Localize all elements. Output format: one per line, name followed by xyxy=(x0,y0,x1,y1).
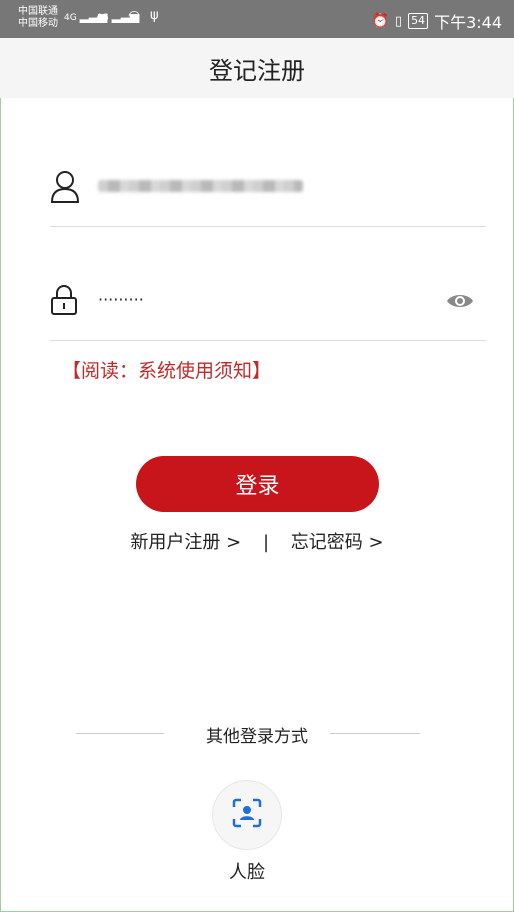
eye-icon[interactable] xyxy=(446,292,474,314)
login-button[interactable]: 登录 xyxy=(136,456,379,512)
face-scan-icon xyxy=(232,798,262,832)
divider-right xyxy=(330,733,420,734)
status-bar: 中国联通 中国移动 4G ▂▃▅ 4G ▂▃▅ ◠ ψ ⏰ ▯ 54 下午3:4… xyxy=(0,0,514,38)
other-login-title: 其他登录方式 xyxy=(206,727,308,747)
page-header: 登记注册 xyxy=(0,38,514,98)
face-login-label: 人脸 xyxy=(229,862,265,883)
status-right: ⏰ ▯ 54 下午3:44 xyxy=(371,9,502,33)
register-link[interactable]: 新用户注册 > xyxy=(130,528,241,554)
carrier-1: 中国联通 xyxy=(18,6,58,17)
clock: 下午3:44 xyxy=(434,13,502,32)
vibrate-icon: ▯ xyxy=(394,13,403,29)
carrier-info: 中国联通 中国移动 xyxy=(18,6,58,30)
forgot-password-link[interactable]: 忘记密码 > xyxy=(291,528,384,554)
other-login-section: 其他登录方式 xyxy=(0,722,514,747)
username-field[interactable] xyxy=(50,158,486,227)
alarm-icon: ⏰ xyxy=(371,13,389,29)
face-login-button[interactable] xyxy=(212,780,282,850)
link-separator: | xyxy=(262,532,270,553)
user-icon xyxy=(50,170,80,208)
password-value: ········· xyxy=(98,290,144,309)
usb-icon: ψ xyxy=(150,8,159,23)
battery-level: 54 xyxy=(408,13,429,29)
password-field[interactable]: ········· xyxy=(50,272,486,341)
usage-notice-link[interactable]: 【阅读：系统使用须知】 xyxy=(62,356,271,383)
wifi-icon: ◠ xyxy=(128,8,141,24)
carrier-2: 中国移动 xyxy=(18,18,58,29)
account-links: 新用户注册 > | 忘记密码 > xyxy=(0,528,514,554)
lock-icon xyxy=(50,284,78,320)
page-title: 登记注册 xyxy=(209,56,305,85)
username-value-blurred xyxy=(98,180,303,192)
